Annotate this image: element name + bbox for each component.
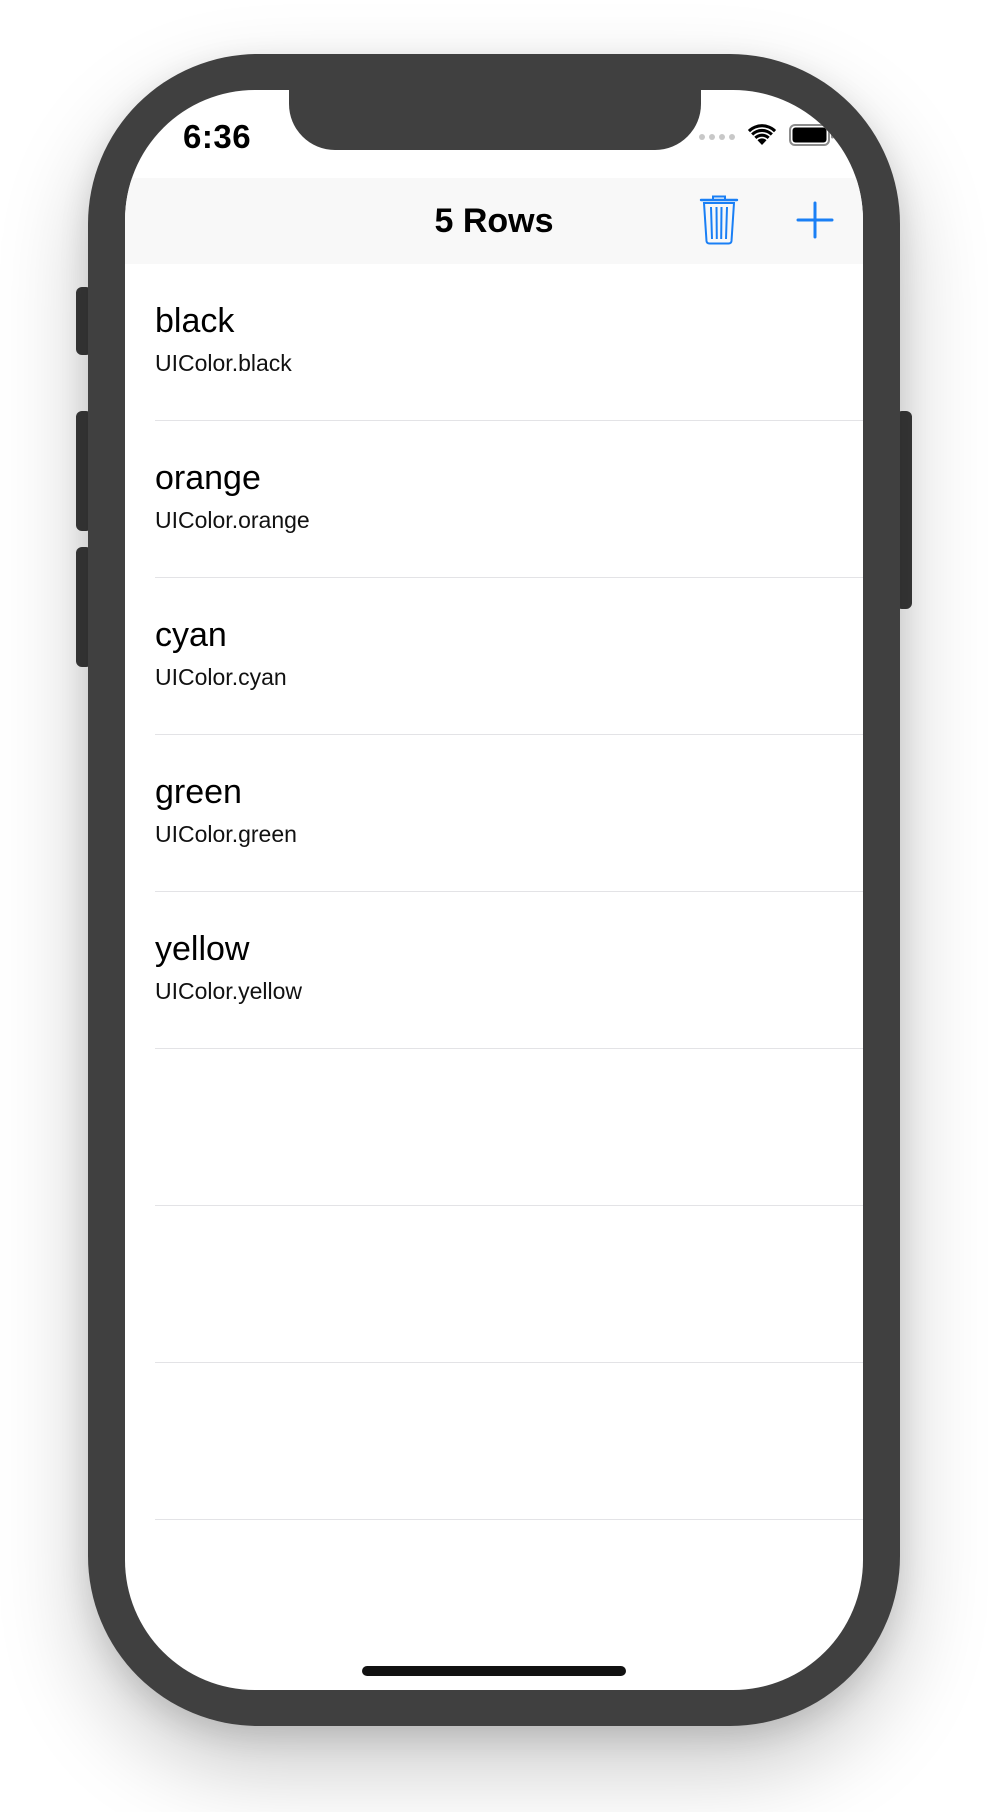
cellular-signal-icon [699, 134, 735, 140]
empty-row [155, 1049, 863, 1206]
empty-row [155, 1363, 863, 1520]
trash-icon [699, 195, 739, 250]
table-row[interactable]: green UIColor.green [155, 735, 863, 892]
navigation-bar: 5 Rows [125, 178, 863, 264]
status-indicators [699, 122, 835, 152]
table-row[interactable]: yellow UIColor.yellow [155, 892, 863, 1049]
status-time: 6:36 [183, 118, 252, 155]
empty-row [155, 1206, 863, 1363]
battery-icon [789, 123, 835, 152]
row-title: cyan [155, 616, 227, 654]
row-subtitle: UIColor.green [155, 821, 297, 847]
row-title: yellow [155, 930, 250, 968]
row-subtitle: UIColor.orange [155, 507, 310, 533]
row-subtitle: UIColor.cyan [155, 664, 287, 690]
row-subtitle: UIColor.yellow [155, 978, 302, 1004]
color-table[interactable]: black UIColor.black orange UIColor.orang… [125, 264, 863, 1520]
home-indicator[interactable] [362, 1666, 626, 1676]
add-button[interactable] [787, 194, 843, 250]
phone-screen: 6:36 5 Rows black UIColor.black orange U… [125, 90, 863, 1690]
row-title: orange [155, 459, 261, 497]
row-subtitle: UIColor.black [155, 350, 292, 376]
wifi-icon [747, 123, 777, 152]
row-title: black [155, 302, 235, 340]
row-title: green [155, 773, 242, 811]
delete-button[interactable] [691, 194, 747, 250]
nav-title: 5 Rows [434, 202, 554, 240]
stage: 6:36 5 Rows black UIColor.black orange U… [0, 0, 988, 1812]
table-row[interactable]: black UIColor.black [155, 264, 863, 421]
plus-icon [796, 201, 834, 244]
notch [289, 90, 701, 150]
table-row[interactable]: orange UIColor.orange [155, 421, 863, 578]
table-row[interactable]: cyan UIColor.cyan [155, 578, 863, 735]
